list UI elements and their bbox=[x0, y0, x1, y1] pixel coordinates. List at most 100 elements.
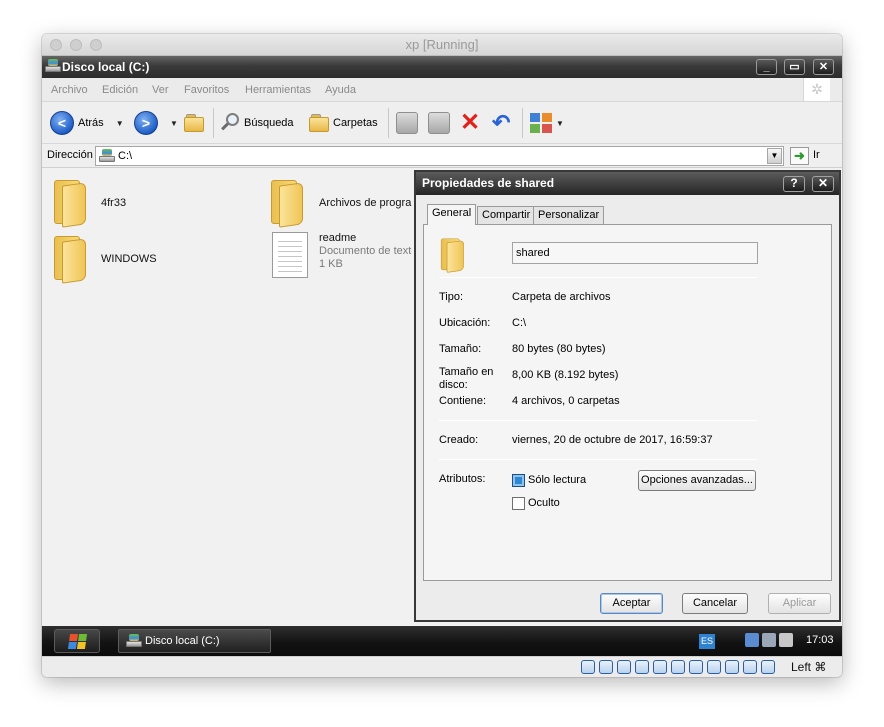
minimize-button[interactable]: _ bbox=[756, 59, 777, 75]
back-button[interactable]: < Atrás ▼ bbox=[50, 110, 124, 136]
forward-arrow-icon: > bbox=[134, 111, 158, 135]
item-name: readme bbox=[319, 232, 357, 244]
address-bar: Dirección C:\ ▼ ➜ Ir bbox=[42, 144, 842, 168]
search-icon bbox=[220, 113, 240, 133]
delete-button[interactable]: ✕ bbox=[460, 110, 480, 136]
explorer-titlebar: Disco local (C:) _ ▭ ✕ bbox=[42, 56, 842, 78]
tab-personalizar[interactable]: Personalizar bbox=[533, 206, 605, 224]
copy-to-icon bbox=[428, 112, 450, 134]
volume-icon[interactable] bbox=[762, 633, 776, 647]
virtualbox-statusbar: Left ⌘ bbox=[42, 656, 842, 677]
menu-edicion[interactable]: Edición bbox=[102, 84, 138, 96]
back-arrow-icon: < bbox=[50, 111, 74, 135]
go-button[interactable]: Ir bbox=[813, 149, 820, 161]
back-dropdown-icon[interactable]: ▼ bbox=[116, 119, 124, 128]
attributes-label: Atributos: bbox=[439, 473, 486, 485]
views-icon bbox=[530, 113, 552, 133]
location-label: Ubicación: bbox=[439, 317, 491, 329]
readonly-checkbox[interactable] bbox=[512, 474, 525, 487]
menu-bar: Archivo Edición Ver Favoritos Herramient… bbox=[42, 78, 842, 102]
audio-icon[interactable] bbox=[617, 660, 631, 674]
zoom-light-button[interactable] bbox=[90, 39, 102, 51]
search-label: Búsqueda bbox=[244, 117, 294, 129]
go-arrow-icon[interactable]: ➜ bbox=[790, 147, 809, 165]
delete-icon: ✕ bbox=[460, 109, 481, 136]
address-input[interactable]: C:\ ▼ bbox=[95, 146, 784, 166]
cpu-icon[interactable] bbox=[725, 660, 739, 674]
start-button[interactable] bbox=[54, 629, 100, 653]
menu-ayuda[interactable]: Ayuda bbox=[325, 84, 356, 96]
item-name: Archivos de programa bbox=[319, 197, 412, 209]
list-item[interactable]: readme Documento de texto 1 KB bbox=[272, 232, 412, 284]
menu-herramientas[interactable]: Herramientas bbox=[245, 84, 311, 96]
divider bbox=[439, 420, 757, 421]
divider bbox=[439, 277, 757, 278]
size-value: 80 bytes (80 bytes) bbox=[512, 343, 606, 355]
item-name: WINDOWS bbox=[101, 253, 157, 265]
security-icon[interactable] bbox=[779, 633, 793, 647]
up-folder-icon bbox=[184, 113, 204, 133]
forward-button[interactable]: > ▼ bbox=[134, 110, 178, 136]
list-item[interactable]: WINDOWS bbox=[50, 234, 170, 286]
views-button[interactable]: ▼ bbox=[530, 110, 564, 136]
taskbar: Disco local (C:) ES 17:03 bbox=[42, 626, 842, 656]
size-on-disk-value: 8,00 KB (8.192 bytes) bbox=[512, 369, 619, 381]
help-button[interactable]: ? bbox=[783, 176, 805, 192]
menu-favoritos[interactable]: Favoritos bbox=[184, 84, 229, 96]
search-button[interactable]: Búsqueda bbox=[220, 110, 294, 136]
optical-drive-icon[interactable] bbox=[599, 660, 613, 674]
hard-disk-icon[interactable] bbox=[581, 660, 595, 674]
drive-icon bbox=[45, 59, 61, 73]
views-dropdown-icon: ▼ bbox=[556, 118, 564, 128]
close-button[interactable]: ✕ bbox=[813, 59, 834, 75]
language-indicator[interactable]: ES bbox=[699, 634, 715, 649]
cancel-button[interactable]: Cancelar bbox=[682, 593, 748, 614]
divider bbox=[439, 459, 757, 460]
display-icon[interactable] bbox=[689, 660, 703, 674]
item-type: Documento de texto bbox=[319, 245, 412, 257]
menu-archivo[interactable]: Archivo bbox=[51, 84, 88, 96]
folders-button[interactable]: Carpetas bbox=[309, 110, 378, 136]
advanced-options-button[interactable]: Opciones avanzadas... bbox=[638, 470, 756, 491]
shared-folders-icon[interactable] bbox=[671, 660, 685, 674]
video-capture-icon[interactable] bbox=[707, 660, 721, 674]
device-icons bbox=[581, 660, 775, 674]
item-name: 4fr33 bbox=[101, 197, 127, 209]
network-adapter-icon[interactable] bbox=[635, 660, 649, 674]
tab-general[interactable]: General bbox=[427, 204, 477, 225]
mouse-integration-icon[interactable] bbox=[743, 660, 757, 674]
minimize-light-button[interactable] bbox=[70, 39, 82, 51]
keyboard-icon[interactable] bbox=[761, 660, 775, 674]
move-to-button[interactable] bbox=[396, 110, 418, 136]
up-folder-button[interactable] bbox=[184, 110, 204, 136]
forward-dropdown-icon[interactable]: ▼ bbox=[170, 119, 178, 128]
dialog-close-button[interactable]: ✕ bbox=[812, 176, 834, 192]
menu-ver[interactable]: Ver bbox=[152, 84, 169, 96]
undo-button[interactable]: ↶ bbox=[492, 110, 510, 136]
system-tray bbox=[745, 633, 793, 647]
folder-name-input[interactable]: shared bbox=[512, 242, 758, 264]
size-on-disk-label: Tamaño en disco: bbox=[439, 366, 494, 391]
dialog-title: Propiedades de shared bbox=[422, 176, 555, 190]
network-icon[interactable] bbox=[745, 633, 759, 647]
toolbar: < Atrás ▼ > ▼ Búsqueda Carpetas ✕ ↶ ▼ bbox=[42, 102, 842, 144]
list-item[interactable]: Archivos de programa bbox=[267, 178, 412, 230]
properties-dialog: Propiedades de shared ? ✕ General Compar… bbox=[414, 170, 841, 622]
usb-icon[interactable] bbox=[653, 660, 667, 674]
list-item[interactable]: 4fr33 bbox=[50, 178, 170, 230]
apply-button[interactable]: Aplicar bbox=[768, 593, 831, 614]
tab-compartir[interactable]: Compartir bbox=[477, 206, 536, 224]
undo-icon: ↶ bbox=[492, 110, 511, 135]
close-light-button[interactable] bbox=[50, 39, 62, 51]
clock: 17:03 bbox=[806, 634, 834, 646]
maximize-button[interactable]: ▭ bbox=[784, 59, 805, 75]
address-dropdown-button[interactable]: ▼ bbox=[767, 148, 782, 164]
taskbar-item-explorer[interactable]: Disco local (C:) bbox=[118, 629, 271, 653]
move-to-icon bbox=[396, 112, 418, 134]
hidden-checkbox[interactable] bbox=[512, 497, 525, 510]
created-value: viernes, 20 de octubre de 2017, 16:59:37 bbox=[512, 434, 713, 446]
folder-icon bbox=[438, 237, 465, 273]
guest-screen: Disco local (C:) _ ▭ ✕ Archivo Edición V… bbox=[42, 56, 842, 656]
copy-to-button[interactable] bbox=[428, 110, 450, 136]
ok-button[interactable]: Aceptar bbox=[600, 593, 663, 614]
